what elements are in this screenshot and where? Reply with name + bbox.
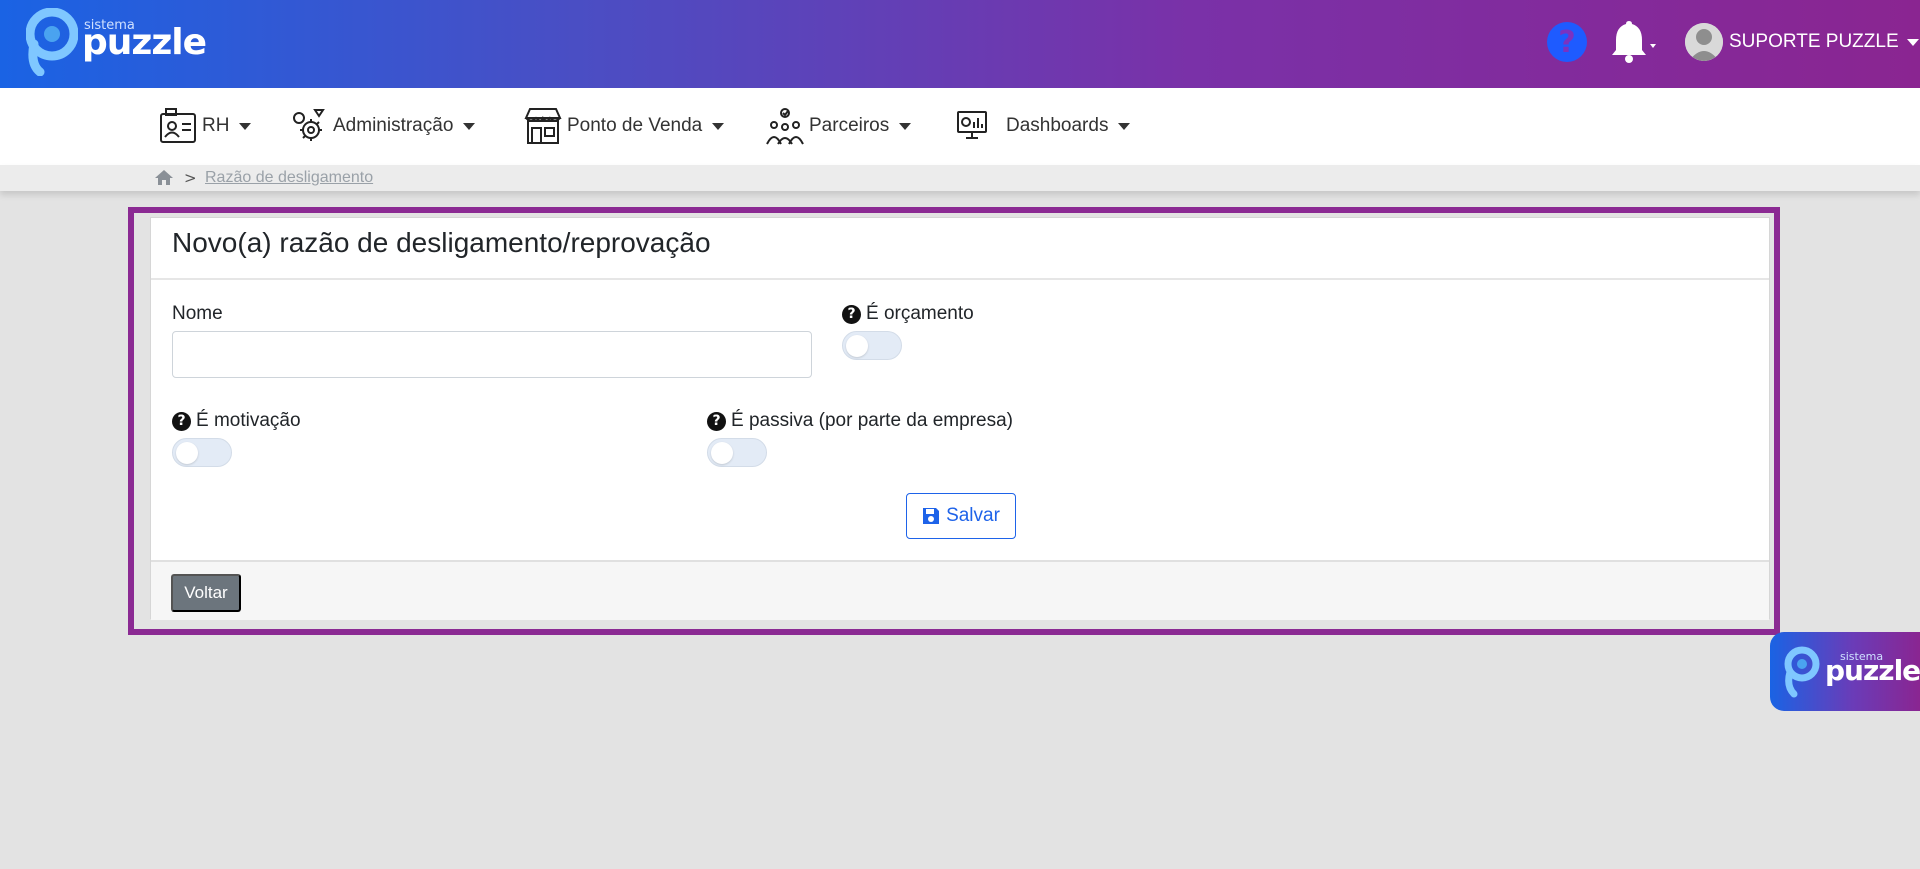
puzzle-logo-icon [1784, 646, 1820, 698]
nav-label-ponto-de-venda: Ponto de Venda [567, 115, 703, 136]
is-passive-label-group: ? É passiva (por parte da empresa) [707, 410, 1013, 432]
gears-icon [293, 109, 325, 141]
user-menu[interactable]: SUPORTE PUZZLE [1685, 22, 1919, 62]
page-title: Novo(a) razão de desligamento/reprovação [172, 227, 711, 258]
is-budget-toggle[interactable] [842, 331, 902, 360]
store-icon [524, 108, 562, 144]
badge-big-text: puzzle [1825, 654, 1920, 687]
form-card: Novo(a) razão de desligamento/reprovação… [150, 217, 1770, 620]
question-circle-icon[interactable]: ? [172, 411, 191, 431]
chevron-down-icon [1906, 38, 1919, 46]
is-budget-label-group: ? É orçamento [842, 303, 974, 325]
toggle-knob [711, 442, 733, 464]
nav-label-dashboards: Dashboards [1006, 115, 1109, 136]
help-icon: ? [1558, 24, 1576, 60]
question-circle-icon[interactable]: ? [707, 411, 726, 431]
nav-item-ponto-de-venda[interactable]: Ponto de Venda [523, 104, 725, 148]
id-card-icon [160, 108, 196, 143]
name-label: Nome [172, 303, 223, 324]
top-header: sistema puzzle ? SUPORTE PUZZLE [0, 0, 1920, 88]
floating-brand-badge[interactable]: sistema puzzle [1770, 632, 1920, 711]
back-button[interactable]: Voltar [171, 574, 241, 612]
card-header: Novo(a) razão de desligamento/reprovação [151, 218, 1769, 280]
nav-item-rh[interactable]: RH [158, 104, 252, 148]
chevron-down-icon [1118, 122, 1131, 130]
card-footer: Voltar [151, 560, 1769, 620]
breadcrumb-current-link[interactable]: Razão de desligamento [205, 169, 373, 187]
brand-logo[interactable]: sistema puzzle [26, 8, 216, 78]
chevron-down-icon [899, 122, 912, 130]
nav-label-rh: RH [202, 115, 230, 136]
breadcrumb: > Razão de desligamento [0, 165, 1920, 191]
nav-item-parceiros[interactable]: Parceiros [765, 104, 912, 148]
nav-item-dashboards[interactable]: Dashboards [954, 104, 1131, 148]
toggle-knob [846, 335, 868, 357]
help-button[interactable]: ? [1547, 22, 1587, 62]
puzzle-logo-icon [26, 8, 78, 76]
user-avatar-icon [1685, 23, 1723, 61]
bell-icon [1612, 21, 1656, 63]
nav-label-parceiros: Parceiros [809, 115, 890, 136]
chevron-down-icon [463, 122, 476, 130]
toggle-knob [176, 442, 198, 464]
chevron-down-icon [239, 122, 252, 130]
is-passive-toggle[interactable] [707, 438, 767, 467]
name-input[interactable] [172, 331, 812, 378]
nav-item-administracao[interactable]: Administração [289, 104, 476, 148]
is-motivation-label-group: ? É motivação [172, 410, 301, 432]
question-circle-icon[interactable]: ? [842, 304, 861, 324]
is-budget-label: É orçamento [866, 303, 974, 324]
is-motivation-toggle[interactable] [172, 438, 232, 467]
partners-icon [766, 108, 804, 145]
chevron-down-icon [712, 122, 725, 130]
avatar [1685, 23, 1723, 61]
home-icon[interactable] [154, 169, 174, 186]
is-motivation-label: É motivação [196, 410, 301, 431]
notifications-button[interactable] [1606, 20, 1658, 64]
main-nav: RH Administração Ponto de Venda Parceiro… [0, 88, 1920, 165]
brand-big-text: puzzle [82, 22, 207, 63]
save-button[interactable]: Salvar [906, 493, 1016, 539]
save-button-label: Salvar [946, 505, 1000, 526]
is-passive-label: É passiva (por parte da empresa) [731, 410, 1013, 431]
breadcrumb-separator: > [184, 169, 197, 187]
nav-label-administracao: Administração [333, 115, 454, 136]
user-name: SUPORTE PUZZLE [1729, 31, 1899, 52]
dashboard-monitor-icon [957, 111, 987, 139]
floppy-disk-icon [923, 508, 940, 524]
